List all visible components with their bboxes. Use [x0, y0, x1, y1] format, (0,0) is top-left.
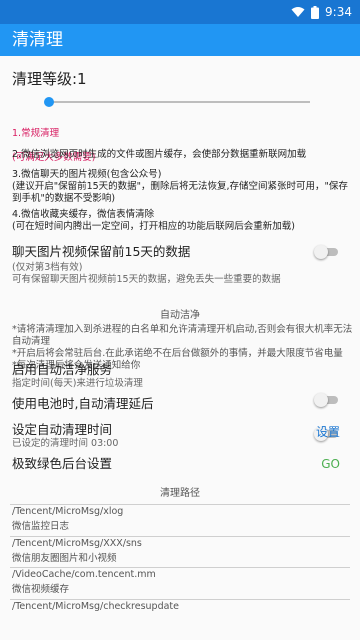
keep15-description: (仅对第3档有效) 可有保留聊天图片视频前15天的数据，避免丢失一些重要的数据: [12, 262, 281, 285]
battery-delay-title: 使用电池时,自动清理延后: [12, 396, 154, 411]
divider: [10, 536, 350, 537]
path-item-3: /VideoCache/com.tencent.mm: [12, 569, 156, 580]
clean-level-label: 清理等级:1: [12, 70, 87, 88]
status-icons: 9:34: [291, 4, 352, 20]
slider-track: [46, 101, 310, 103]
level-item-4: 4.微信收藏夹缓存，微信表情清除 (可在短时间内腾出一定空间，打开相应的功能后联…: [12, 209, 295, 232]
auto-clean-section-title: 自动洁净: [160, 310, 200, 321]
divider: [10, 567, 350, 568]
status-time: 9:34: [325, 5, 352, 19]
path-item-1: /Tencent/MicroMsg/xlog: [12, 506, 124, 517]
level-item-2: 2.微信浏览网页时生成的文件或图片缓存，会使部分数据重新联网加载: [12, 149, 307, 160]
path-item-3-desc: 微信视频缓存: [12, 584, 70, 595]
path-item-2: /Tencent/MicroMsg/XXX/sns: [12, 538, 142, 549]
toggle-thumb: [314, 393, 328, 407]
slider-thumb[interactable]: [44, 97, 54, 107]
app-bar: 清清理: [0, 24, 360, 56]
auto-service-description: 指定时间(每天)来进行垃圾清理: [12, 378, 143, 389]
level-item-3: 3.微信聊天的图片视频(包含公众号) (建议开启"保留前15天的数据"，删除后将…: [12, 169, 348, 204]
app-title: 清清理: [12, 30, 63, 50]
clean-time-description: 已设定的清理时间 03:00: [12, 438, 119, 449]
clean-time-title: 设定自动清理时间: [12, 422, 113, 437]
level-item-1-title: 1.常规清理: [12, 128, 60, 139]
wifi-icon: [291, 7, 305, 17]
path-item-1-desc: 微信监控日志: [12, 521, 70, 532]
level-item-1: 1.常规清理 (可满足大多数需要): [12, 116, 354, 176]
divider: [10, 504, 350, 505]
keep15-toggle[interactable]: [314, 245, 340, 259]
status-bar: 9:34: [0, 0, 360, 24]
keep15-title: 聊天图片视频保留前15天的数据: [12, 244, 191, 259]
clean-level-slider[interactable]: [44, 96, 310, 108]
path-item-4: /Tencent/MicroMsg/checkresupdate: [12, 601, 179, 612]
battery-icon: [311, 5, 320, 19]
toggle-thumb: [314, 245, 328, 259]
auto-service-title: 启用自动洁净服务: [12, 362, 113, 377]
auto-service-toggle[interactable]: [314, 393, 340, 407]
green-background-title: 极致绿色后台设置: [12, 456, 113, 471]
settings-content[interactable]: 清理等级:1 1.常规清理 (可满足大多数需要) 2.微信浏览网页时生成的文件或…: [0, 56, 360, 640]
clean-paths-section-title: 清理路径: [160, 488, 200, 499]
path-item-2-desc: 微信朋友圈图片和小视频: [12, 553, 117, 564]
divider: [10, 599, 350, 600]
green-go-button[interactable]: GO: [321, 457, 340, 471]
